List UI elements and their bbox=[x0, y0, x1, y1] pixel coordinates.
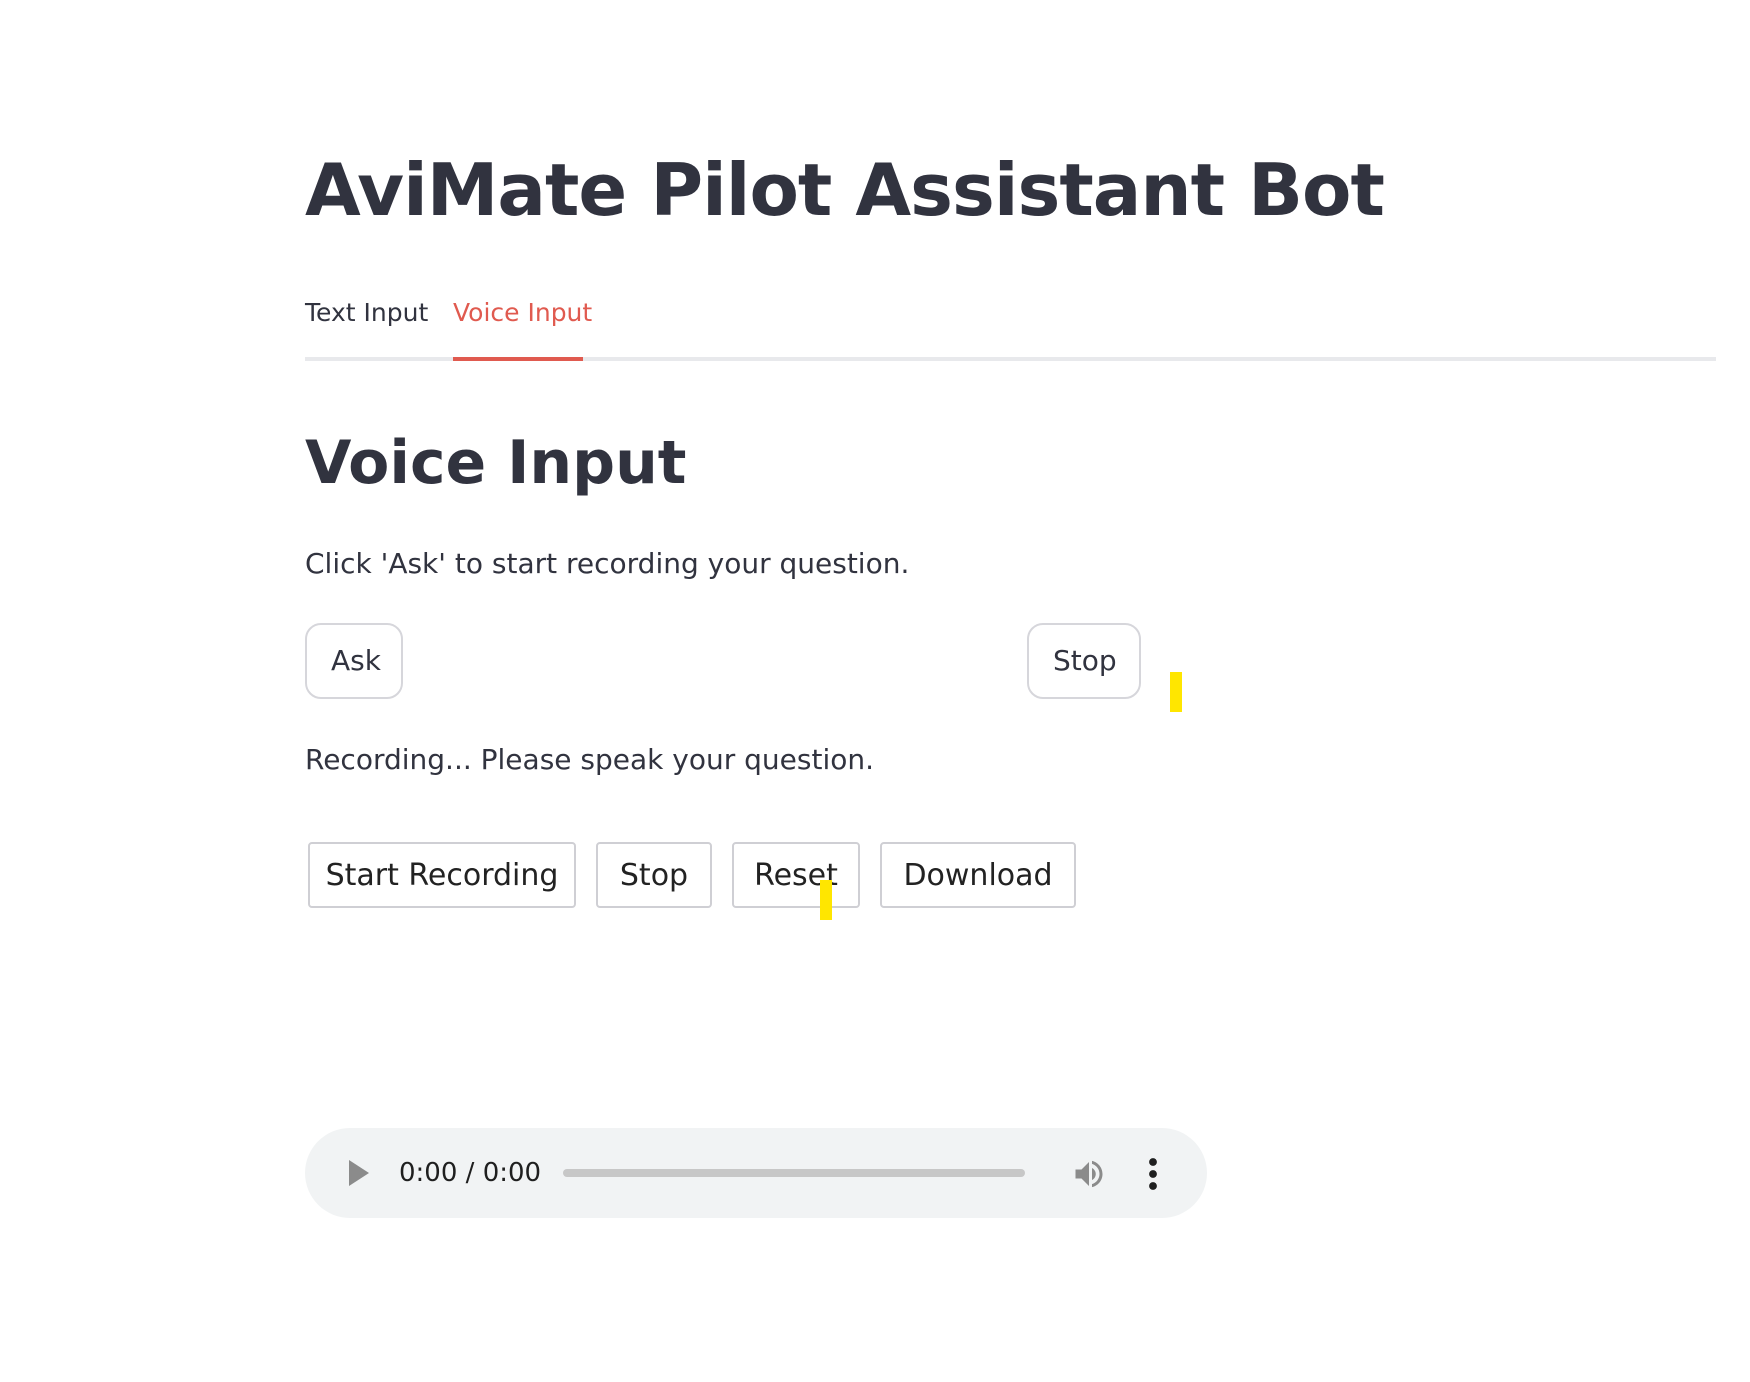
time-display: 0:00 / 0:00 bbox=[399, 1152, 541, 1194]
duration: 0:00 bbox=[482, 1158, 542, 1188]
tab-voice-input[interactable]: Voice Input bbox=[453, 285, 592, 361]
ask-button[interactable]: Ask bbox=[305, 623, 403, 699]
stop-button[interactable]: Stop bbox=[1027, 623, 1141, 699]
audio-player: 0:00 / 0:00 bbox=[305, 1128, 1207, 1218]
volume-icon[interactable] bbox=[1071, 1156, 1107, 1192]
play-icon[interactable] bbox=[349, 1160, 369, 1186]
page-title: AviMate Pilot Assistant Bot bbox=[305, 148, 1385, 232]
current-time: 0:00 bbox=[399, 1158, 458, 1188]
start-recording-button[interactable]: Start Recording bbox=[308, 842, 576, 908]
tab-bar: Text Input Voice Input bbox=[305, 285, 1716, 361]
recorder-stop-button[interactable]: Stop bbox=[596, 842, 712, 908]
instruction-text: Click 'Ask' to start recording your ques… bbox=[305, 547, 910, 580]
audio-progress-bar[interactable] bbox=[563, 1169, 1025, 1177]
reset-button[interactable]: Reset bbox=[732, 842, 860, 908]
cursor-highlight bbox=[1170, 672, 1182, 712]
section-title: Voice Input bbox=[305, 428, 687, 498]
cursor-highlight bbox=[820, 880, 832, 920]
time-separator: / bbox=[457, 1158, 483, 1188]
download-button[interactable]: Download bbox=[880, 842, 1076, 908]
tab-text-input[interactable]: Text Input bbox=[305, 285, 428, 357]
recording-status: Recording... Please speak your question. bbox=[305, 743, 874, 776]
more-vert-icon[interactable] bbox=[1143, 1156, 1163, 1192]
